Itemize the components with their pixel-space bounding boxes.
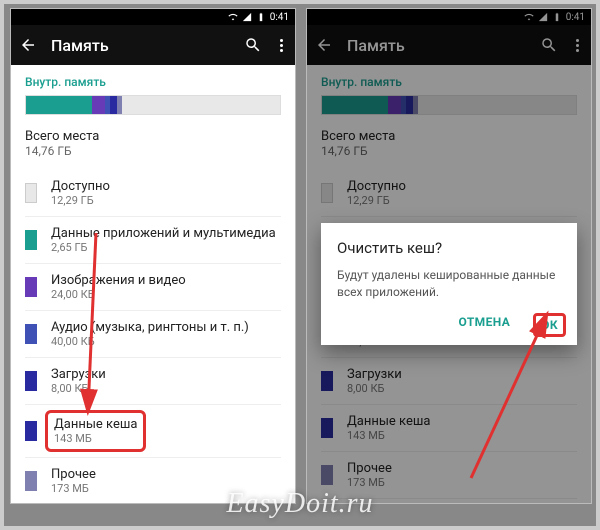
- highlight-box: Данные кеша143 МБ: [45, 410, 146, 452]
- total-value: 14,76 ГБ: [25, 144, 281, 158]
- color-swatch: [25, 324, 37, 344]
- total-label: Всего места: [25, 129, 281, 144]
- app-title: Память: [51, 36, 230, 55]
- row-title: Аудио (музыка, рингтоны и т. п.): [51, 320, 249, 335]
- row-title: Прочее: [51, 467, 96, 482]
- storage-row[interactable]: Данные кеша143 МБ: [25, 405, 281, 458]
- app-bar: Память: [11, 25, 295, 65]
- row-subtitle: 143 МБ: [54, 432, 137, 445]
- dialog-ok-button[interactable]: ОК: [533, 313, 566, 337]
- phone-screenshot-left: 0:41 Память Внутр. память Всего места 14…: [10, 8, 296, 504]
- row-title: Изображения и видео: [51, 273, 186, 288]
- battery-icon: [256, 12, 266, 22]
- row-title: Доступно: [51, 179, 110, 194]
- dialog-title: Очистить кеш?: [337, 239, 561, 257]
- overflow-menu-icon[interactable]: [276, 39, 287, 52]
- color-swatch: [25, 183, 37, 203]
- storage-row[interactable]: Данные приложений и мультимедиа2,65 ГБ: [25, 217, 281, 264]
- signal-icon: [242, 12, 252, 22]
- status-bar: 0:41: [11, 9, 295, 25]
- search-icon[interactable]: [244, 36, 262, 54]
- storage-row[interactable]: Загрузки8,00 КБ: [25, 358, 281, 405]
- color-swatch: [25, 230, 37, 250]
- wifi-icon: [228, 12, 238, 22]
- row-title: Загрузки: [51, 367, 106, 382]
- total-space: Всего места 14,76 ГБ: [25, 129, 281, 158]
- row-subtitle: 8,00 КБ: [51, 382, 106, 395]
- row-subtitle: 24,00 КБ: [51, 288, 186, 301]
- row-title: Данные кеша: [54, 417, 137, 432]
- section-label: Внутр. память: [25, 75, 281, 89]
- storage-row[interactable]: Изображения и видео24,00 КБ: [25, 264, 281, 311]
- row-subtitle: 12,29 ГБ: [51, 194, 110, 207]
- dialog-body: Будут удалены кешированные данные всех п…: [337, 267, 561, 301]
- storage-bar: [25, 95, 281, 115]
- clear-cache-dialog: Очистить кеш? Будут удалены кешированные…: [321, 223, 577, 345]
- color-swatch: [25, 371, 37, 391]
- back-icon[interactable]: [19, 36, 37, 54]
- status-time: 0:41: [270, 12, 289, 23]
- row-title: Данные приложений и мультимедиа: [51, 226, 276, 241]
- row-subtitle: 2,65 ГБ: [51, 241, 276, 254]
- dialog-cancel-button[interactable]: ОТМЕНА: [459, 315, 511, 335]
- row-subtitle: 40,00 КБ: [51, 335, 249, 348]
- storage-row[interactable]: Аудио (музыка, рингтоны и т. п.)40,00 КБ: [25, 311, 281, 358]
- storage-row[interactable]: Доступно12,29 ГБ: [25, 170, 281, 217]
- color-swatch: [25, 421, 37, 441]
- watermark: EasyDoit.ru: [4, 488, 596, 520]
- phone-screenshot-right: 0:41 Память Внутр. память Всего места 14…: [306, 8, 592, 504]
- color-swatch: [25, 277, 37, 297]
